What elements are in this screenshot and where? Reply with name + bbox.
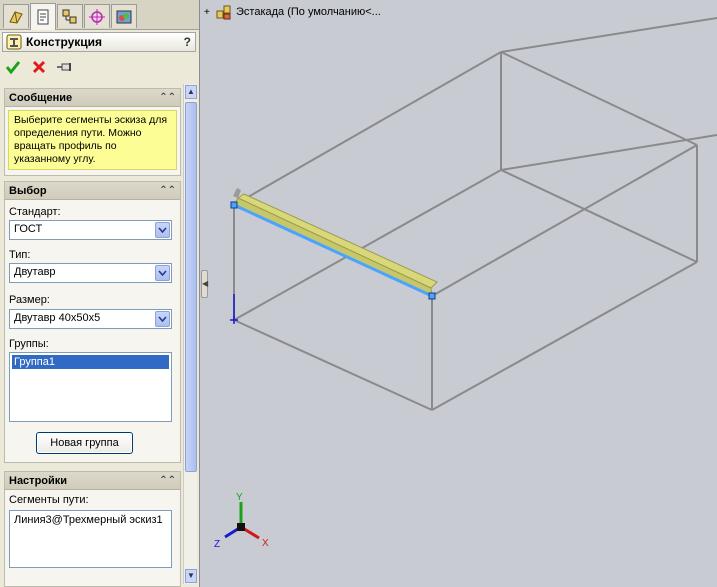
message-group-header[interactable]: Сообщение ⌃⌃ (5, 89, 180, 107)
selected-path-segment[interactable] (233, 203, 433, 298)
standard-value: ГОСТ (14, 223, 43, 235)
chevron-down-icon[interactable] (155, 311, 170, 327)
graphics-viewport[interactable]: Y X Z (202, 0, 717, 587)
groups-list[interactable]: Группа1 (9, 352, 172, 422)
profile-top-face (236, 193, 438, 289)
message-group: Сообщение ⌃⌃ Выберите сегменты эскиза дл… (4, 88, 181, 176)
standard-label: Стандарт: (9, 206, 61, 218)
scroll-up-button[interactable]: ▲ (185, 85, 197, 99)
chevron-down-icon[interactable] (155, 265, 170, 281)
wireframe-edge (233, 169, 502, 321)
property-manager-panel: Конструкция ? Сообщение ⌃⌃ Выберите сегм… (0, 0, 200, 587)
size-select[interactable]: Двутавр 40x50x5 (9, 309, 172, 329)
ok-button[interactable] (4, 58, 22, 76)
wireframe-edge (431, 144, 698, 297)
chevron-up-icon[interactable]: ⌃⌃ (159, 185, 176, 196)
wireframe-edge (500, 17, 717, 53)
wireframe-edge (500, 169, 698, 263)
wireframe-edge (431, 261, 698, 411)
close-icon (32, 60, 46, 74)
x-axis-label: X (262, 538, 269, 549)
z-axis-label: Z (214, 539, 220, 550)
pushpin-icon (57, 63, 71, 71)
segment-endpoint[interactable] (428, 292, 436, 300)
tab-display-manager[interactable] (111, 4, 137, 28)
orientation-triad: Y X Z (214, 492, 269, 550)
selection-header-label: Выбор (9, 184, 47, 197)
triad-center (237, 523, 245, 531)
settings-group-header[interactable]: Настройки ⌃⌃ (5, 472, 180, 490)
type-label: Тип: (9, 249, 31, 261)
settings-group: Настройки ⌃⌃ Сегменты пути: Линия3@Трехм… (4, 471, 181, 587)
beam-profile (233, 188, 438, 297)
property-manager-icon (37, 9, 49, 25)
y-axis-label: Y (236, 492, 243, 503)
scroll-down-button[interactable]: ▼ (185, 569, 197, 583)
chevron-up-icon[interactable]: ⌃⌃ (159, 92, 176, 103)
assembly-icon (216, 5, 231, 20)
chevron-up-icon[interactable]: ⌃⌃ (159, 475, 176, 486)
display-manager-icon (116, 10, 132, 23)
new-group-button[interactable]: Новая группа (36, 432, 133, 454)
wireframe-edge (233, 319, 433, 411)
expand-icon[interactable]: + (204, 7, 212, 18)
groups-label: Группы: (9, 338, 49, 350)
weldment-icon (6, 34, 22, 50)
property-manager-title: Конструкция ? (2, 32, 196, 52)
list-item[interactable]: Группа1 (12, 355, 169, 369)
wireframe-edge (233, 51, 502, 206)
selection-group: Выбор ⌃⌃ Стандарт: ГОСТ Тип: Двутавр Раз… (4, 181, 181, 463)
cancel-button[interactable] (30, 58, 48, 76)
type-value: Двутавр (14, 266, 56, 278)
message-header-label: Сообщение (9, 91, 73, 104)
keep-visible-button[interactable] (56, 58, 74, 76)
message-text: Выберите сегменты эскиза для определения… (8, 110, 177, 170)
standard-select[interactable]: ГОСТ (9, 220, 172, 240)
crosshair-icon (89, 8, 105, 25)
origin-cross (230, 316, 238, 324)
tab-dimxpert-manager[interactable] (84, 4, 110, 28)
tab-property-manager[interactable] (30, 3, 56, 30)
tree-root-label: Эстакада (По умолчанию<... (236, 6, 381, 18)
size-value: Двутавр 40x50x5 (14, 312, 101, 324)
panel-tabbar (0, 0, 199, 30)
scrollbar-thumb[interactable] (185, 102, 197, 472)
path-segments-field[interactable]: Линия3@Трехмерный эскиз1 (9, 510, 172, 568)
panel-title: Конструкция (26, 35, 103, 49)
panel-scrollbar[interactable]: ▲ ▼ (183, 84, 197, 584)
chevron-down-icon[interactable] (155, 222, 170, 238)
wireframe-edge (500, 51, 698, 146)
checkmark-icon (5, 61, 21, 75)
help-icon[interactable]: ? (184, 35, 191, 49)
tab-feature-manager[interactable] (3, 4, 29, 28)
type-select[interactable]: Двутавр (9, 263, 172, 283)
feature-tree-root[interactable]: + Эстакада (По умолчанию<... (204, 4, 381, 20)
wireframe-model (233, 17, 717, 411)
path-segments-label: Сегменты пути: (9, 494, 89, 506)
feature-tree-icon (9, 10, 23, 24)
segment-endpoint[interactable] (230, 201, 238, 209)
tab-configuration-manager[interactable] (57, 4, 83, 28)
action-buttons (4, 57, 74, 77)
size-label: Размер: (9, 294, 50, 306)
selection-group-header[interactable]: Выбор ⌃⌃ (5, 182, 180, 200)
configuration-icon (62, 9, 77, 23)
settings-header-label: Настройки (9, 474, 68, 487)
origin-marker (230, 294, 238, 324)
